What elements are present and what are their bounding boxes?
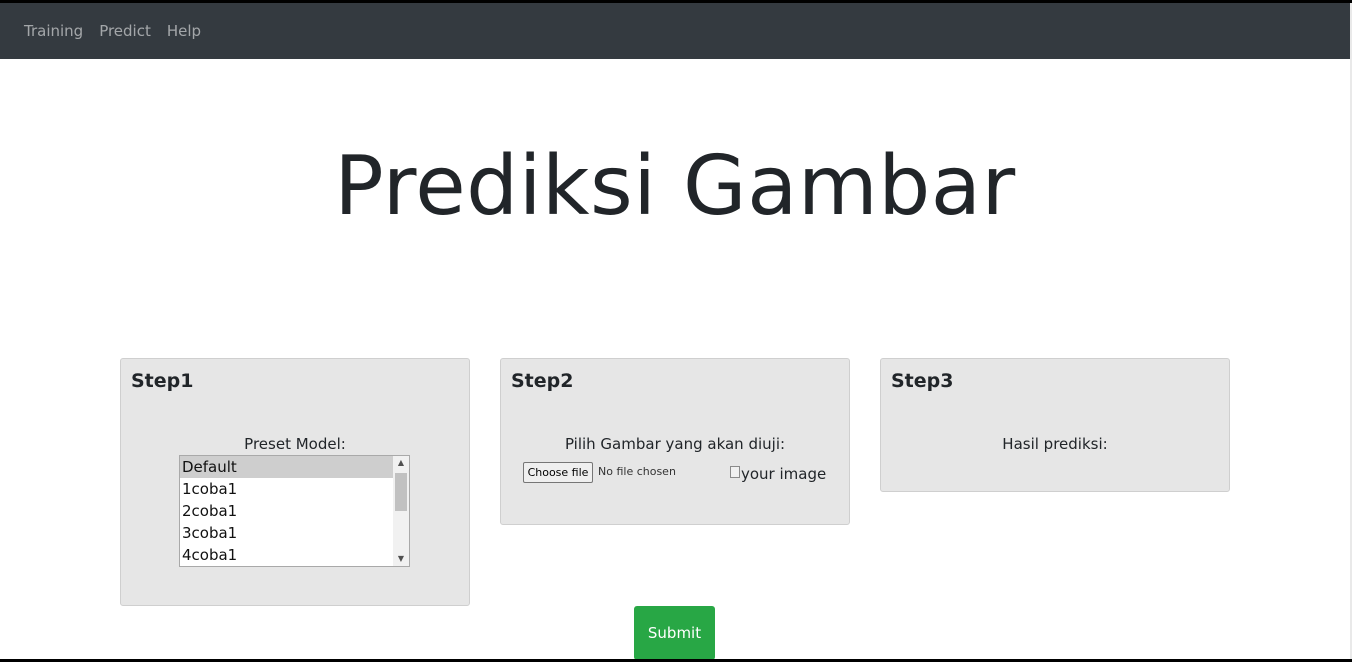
- top-navbar: Training Predict Help: [0, 3, 1350, 59]
- choose-image-label: Pilih Gambar yang akan diuji:: [564, 435, 786, 453]
- model-option-default[interactable]: Default: [180, 456, 394, 478]
- preview-image-alt: your image: [741, 465, 827, 483]
- model-option-1coba1[interactable]: 1coba1: [180, 478, 394, 500]
- listbox-scrollbar[interactable]: ▲ ▼: [393, 456, 409, 566]
- step3-title: Step3: [891, 370, 954, 392]
- preset-model-label: Preset Model:: [244, 435, 346, 453]
- model-option-4coba1[interactable]: 4coba1: [180, 544, 394, 566]
- step2-title: Step2: [511, 370, 574, 392]
- file-status-text: No file chosen: [598, 465, 676, 478]
- prediction-result-label: Hasil prediksi:: [1002, 435, 1108, 453]
- step1-card: Step1 Preset Model: Default 1coba1 2coba…: [120, 358, 470, 606]
- submit-button[interactable]: Submit: [634, 606, 715, 659]
- nav-link-help[interactable]: Help: [167, 22, 201, 40]
- preview-image: your image: [730, 465, 826, 483]
- step1-title: Step1: [131, 370, 194, 392]
- preset-model-select[interactable]: Default 1coba1 2coba1 3coba1 4coba1 ▲ ▼: [179, 455, 410, 567]
- scroll-thumb[interactable]: [395, 473, 407, 511]
- step3-card: Step3 Hasil prediksi:: [880, 358, 1230, 492]
- scroll-up-icon[interactable]: ▲: [393, 456, 409, 470]
- page-title: Prediksi Gambar: [334, 139, 1016, 234]
- step2-card: Step2 Pilih Gambar yang akan diuji: Choo…: [500, 358, 850, 525]
- scroll-down-icon[interactable]: ▼: [393, 552, 409, 566]
- broken-image-icon: [730, 466, 740, 478]
- model-option-2coba1[interactable]: 2coba1: [180, 500, 394, 522]
- nav-link-training[interactable]: Training: [24, 22, 83, 40]
- choose-file-button[interactable]: Choose file: [523, 462, 593, 483]
- page-frame: Training Predict Help Prediksi Gambar St…: [0, 0, 1352, 662]
- model-option-3coba1[interactable]: 3coba1: [180, 522, 394, 544]
- nav-link-predict[interactable]: Predict: [99, 22, 151, 40]
